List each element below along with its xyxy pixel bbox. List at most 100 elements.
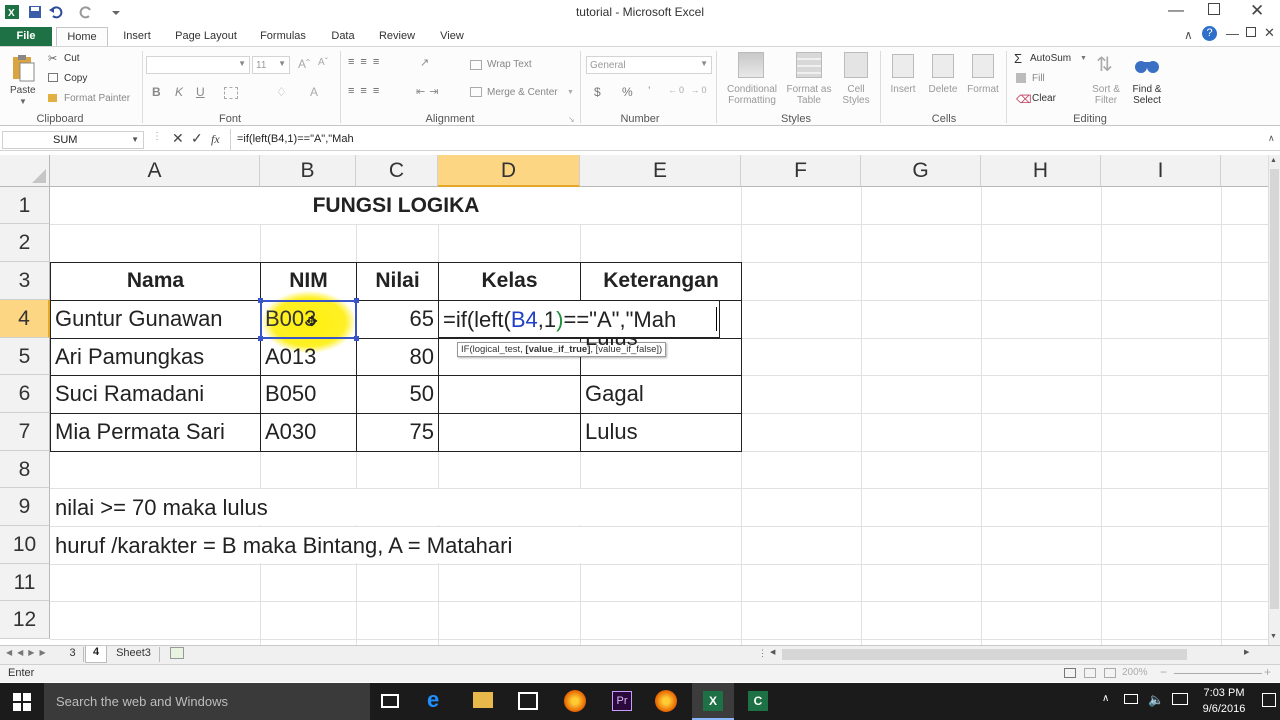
header-keterangan[interactable]: Keterangan: [581, 262, 741, 299]
page-break-view-icon[interactable]: [1104, 668, 1116, 678]
close-icon[interactable]: ✕: [1250, 1, 1264, 21]
network-icon[interactable]: [1124, 694, 1138, 704]
sort-filter-button[interactable]: Sort & Filter: [1086, 84, 1126, 106]
tab-insert[interactable]: Insert: [118, 27, 156, 46]
format-painter-icon[interactable]: [48, 94, 57, 102]
row-header-8[interactable]: 8: [0, 451, 50, 488]
minimize-ribbon-icon[interactable]: ∧: [1184, 28, 1193, 42]
taskbar-search-box[interactable]: Search the web and Windows: [44, 683, 370, 720]
task-view-icon[interactable]: [381, 694, 399, 708]
column-header-g[interactable]: G: [861, 155, 981, 187]
bold-button[interactable]: B: [152, 85, 161, 99]
cut-icon[interactable]: ✂: [48, 52, 57, 65]
fill-color-icon[interactable]: ♢: [276, 85, 287, 99]
horizontal-align-icons[interactable]: ≡≡≡: [348, 85, 385, 97]
row-header-11[interactable]: 11: [0, 564, 50, 601]
cancel-entry-icon[interactable]: ✕: [172, 130, 184, 147]
decimal-icons[interactable]: ←0 →0: [668, 85, 709, 95]
row-header-6[interactable]: 6: [0, 375, 50, 413]
page-layout-view-icon[interactable]: [1084, 668, 1096, 678]
column-header-e[interactable]: E: [580, 155, 741, 187]
format-painter-button[interactable]: Format Painter: [64, 93, 130, 104]
cell-styles-icon[interactable]: [844, 52, 868, 78]
vertical-scrollbar[interactable]: ▲ ▼: [1268, 155, 1280, 645]
sheet-nav-icons[interactable]: ◀◀▶▶: [6, 648, 51, 657]
row-header-1[interactable]: 1: [0, 187, 50, 224]
clear-icon[interactable]: ⌫: [1016, 93, 1032, 106]
minimize-icon[interactable]: —: [1168, 2, 1184, 20]
clear-button[interactable]: Clear: [1032, 93, 1056, 104]
zoom-slider[interactable]: [1174, 673, 1262, 674]
header-kelas[interactable]: Kelas: [439, 262, 580, 299]
cell-c7[interactable]: 75: [357, 413, 434, 450]
sheet-title[interactable]: FUNGSI LOGIKA: [51, 187, 741, 224]
tab-formulas[interactable]: Formulas: [254, 27, 312, 46]
camtasia-icon[interactable]: C: [748, 691, 768, 711]
autosum-dropdown-icon[interactable]: ▼: [1080, 55, 1087, 62]
horizontal-scroll-thumb[interactable]: [782, 649, 1187, 660]
store-icon[interactable]: [518, 692, 538, 710]
workbook-close-icon[interactable]: ✕: [1264, 25, 1275, 41]
column-header-h[interactable]: H: [981, 155, 1101, 187]
clock-date[interactable]: 9/6/2016: [1194, 703, 1254, 715]
restore-icon[interactable]: [1208, 3, 1220, 15]
sheet-tab-3[interactable]: 3: [62, 647, 84, 662]
italic-button[interactable]: K: [175, 85, 183, 99]
volume-icon[interactable]: 🔈: [1148, 692, 1164, 708]
cell-c5[interactable]: 80: [357, 338, 434, 375]
cell-d4-formula[interactable]: =if(left(B4,1)=="A","Mah: [443, 301, 676, 338]
orientation-icon[interactable]: ↗: [420, 56, 429, 69]
cut-button[interactable]: Cut: [64, 53, 80, 64]
cell-a10[interactable]: huruf /karakter = B maka Bintang, A = Ma…: [55, 527, 512, 564]
font-size-box[interactable]: 11 ▼: [252, 56, 290, 74]
find-select-icon[interactable]: [1134, 53, 1160, 79]
name-box[interactable]: SUM ▼: [2, 131, 144, 149]
row-header-5[interactable]: 5: [0, 338, 50, 375]
expand-formula-bar-icon[interactable]: ∧: [1268, 133, 1275, 144]
merge-dropdown-icon[interactable]: ▼: [567, 89, 574, 96]
fill-button[interactable]: Fill: [1032, 73, 1045, 84]
cell-a6[interactable]: Suci Ramadani: [55, 375, 204, 412]
font-color-icon[interactable]: A: [310, 85, 318, 99]
excel-taskbar-button[interactable]: X: [692, 683, 734, 720]
zoom-level[interactable]: 200%: [1122, 667, 1148, 678]
autosum-button[interactable]: AutoSum: [1030, 53, 1071, 64]
wrap-text-button[interactable]: Wrap Text: [487, 59, 532, 70]
insert-button[interactable]: Insert: [884, 84, 922, 95]
column-header-f[interactable]: F: [741, 155, 861, 187]
zoom-in-icon[interactable]: +: [1264, 665, 1271, 679]
tab-data[interactable]: Data: [326, 27, 360, 46]
row-header-4[interactable]: 4: [0, 300, 50, 338]
row-header-9[interactable]: 9: [0, 488, 50, 526]
normal-view-icon[interactable]: [1064, 668, 1076, 678]
tab-view[interactable]: View: [434, 27, 470, 46]
merge-icon[interactable]: [470, 87, 482, 97]
worksheet-grid[interactable]: A B C D E F G H I 1 2 3 4 5 6 7 8 9 10 1…: [0, 155, 1268, 645]
sort-filter-icon[interactable]: ⇅: [1096, 52, 1113, 77]
sheet-tab-4[interactable]: 4: [85, 646, 107, 663]
underline-button[interactable]: U: [196, 85, 205, 99]
row-header-10[interactable]: 10: [0, 526, 50, 564]
fill-icon[interactable]: [1016, 73, 1026, 83]
column-header-j[interactable]: [1221, 155, 1268, 187]
cell-a9[interactable]: nilai >= 70 maka lulus: [55, 489, 268, 526]
delete-button[interactable]: Delete: [924, 84, 962, 95]
scroll-left-icon[interactable]: ◀: [770, 648, 775, 656]
insert-cells-icon[interactable]: [892, 54, 914, 78]
merge-center-button[interactable]: Merge & Center: [487, 87, 558, 98]
tab-review[interactable]: Review: [374, 27, 420, 46]
font-name-box[interactable]: ▼: [146, 56, 250, 74]
row-header-3[interactable]: 3: [0, 262, 50, 300]
column-header-b[interactable]: B: [260, 155, 356, 187]
cell-e6[interactable]: Gagal: [585, 375, 644, 412]
keyboard-icon[interactable]: [1172, 693, 1188, 705]
copy-button[interactable]: Copy: [64, 73, 87, 84]
action-center-icon[interactable]: [1262, 693, 1276, 707]
firefox-icon[interactable]: [564, 690, 586, 712]
firefox-window-icon[interactable]: [655, 690, 677, 712]
split-handle-icon[interactable]: ⋮: [758, 648, 767, 659]
row-header-7[interactable]: 7: [0, 413, 50, 451]
grow-font-icon[interactable]: Aˆ: [298, 57, 310, 71]
tray-expand-icon[interactable]: ∧: [1102, 693, 1109, 704]
comma-style-icon[interactable]: ’: [648, 85, 650, 97]
